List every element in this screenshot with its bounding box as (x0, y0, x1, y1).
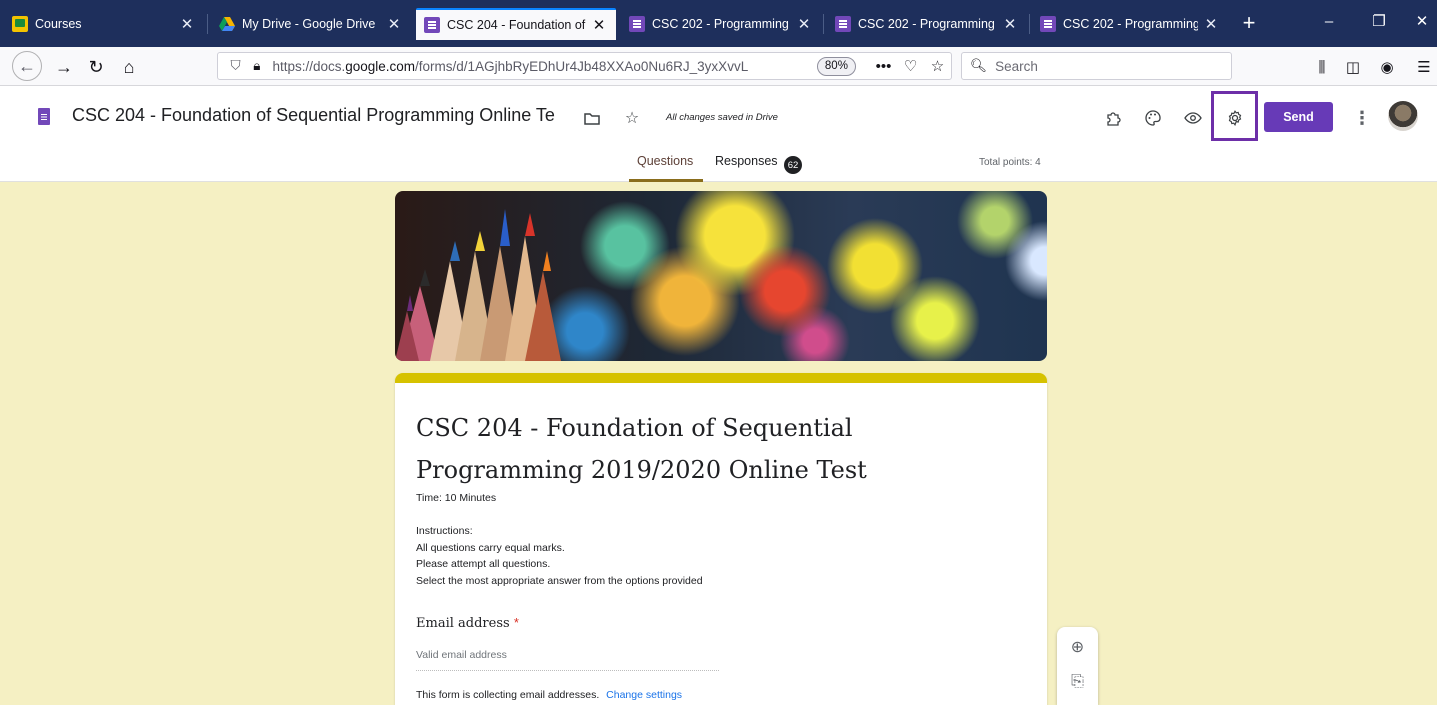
close-icon[interactable]: ✕ (1001, 15, 1019, 33)
close-icon[interactable]: ✕ (795, 15, 813, 33)
tab-csc204-active[interactable]: CSC 204 - Foundation of ✕ (416, 8, 616, 40)
tab-title: CSC 204 - Foundation of (447, 18, 586, 32)
collecting-emails-note: This form is collecting email addresses.… (416, 689, 682, 701)
collecting-note-text: This form is collecting email addresses. (416, 689, 600, 701)
back-arrow-icon[interactable]: ← (12, 51, 42, 81)
tab-divider (207, 14, 208, 34)
header-image (395, 191, 1047, 361)
tab-divider (823, 14, 824, 34)
add-ons-puzzle-icon[interactable] (1100, 105, 1126, 131)
email-field: Valid email address (416, 649, 719, 671)
close-icon[interactable]: ✕ (1202, 15, 1220, 33)
floating-toolbar: ⊕ ⎘ (1057, 627, 1098, 705)
account-icon[interactable]: ◉ (1374, 55, 1400, 79)
active-tab-indicator (629, 179, 703, 182)
save-status: All changes saved in Drive (666, 112, 778, 123)
email-question-label: Email address * (416, 615, 519, 631)
responses-count-badge: 62 (784, 156, 802, 174)
customize-theme-palette-icon[interactable] (1140, 105, 1166, 131)
restore-icon[interactable]: ❐ (1364, 10, 1394, 34)
tab-csc202-3[interactable]: CSC 202 - Programming ✕ (1032, 8, 1228, 40)
search-icon: 🔍︎ (970, 58, 988, 73)
bookmark-star-icon[interactable]: ☆ (924, 57, 951, 75)
add-question-plus-icon[interactable]: ⊕ (1057, 637, 1098, 657)
search-placeholder: Search (995, 58, 1038, 74)
send-button[interactable]: Send (1264, 102, 1333, 132)
zoom-level-badge[interactable]: 80% (816, 56, 856, 76)
tab-title: Courses (35, 17, 82, 31)
form-header-card: CSC 204 - Foundation of Sequential Progr… (395, 373, 1047, 705)
more-options-icon[interactable]: ⋮ (1350, 105, 1374, 131)
search-input[interactable]: 🔍︎ Search (961, 52, 1232, 80)
required-asterisk: * (513, 615, 519, 630)
url-prefix: https://docs. (272, 58, 346, 74)
settings-highlight-box (1211, 91, 1258, 141)
form-description[interactable]: Time: 10 Minutes Instructions: All quest… (416, 490, 703, 589)
hamburger-menu-icon[interactable]: ☰ (1411, 55, 1437, 79)
colored-pencils-image (395, 209, 561, 361)
window-close-icon[interactable]: ✕ (1407, 10, 1437, 34)
tab-title: CSC 202 - Programming (652, 17, 789, 31)
form-title[interactable]: CSC 204 - Foundation of Sequential Progr… (416, 407, 1016, 491)
tab-questions[interactable]: Questions (637, 154, 693, 168)
home-icon[interactable]: ⌂ (115, 53, 143, 81)
form-title-input[interactable]: CSC 204 - Foundation of Sequential Progr… (72, 105, 574, 126)
folder-icon[interactable] (580, 106, 604, 130)
browser-navigation-bar: ← → ↻ ⌂ ⛉ 🔒︎ https://docs.google.com/for… (0, 47, 1437, 86)
preview-eye-icon[interactable] (1180, 105, 1206, 131)
tab-my-drive[interactable]: My Drive - Google Drive ✕ (211, 8, 411, 40)
tab-csc202-2[interactable]: CSC 202 - Programming ✕ (827, 8, 1027, 40)
tab-responses[interactable]: Responses (715, 154, 778, 168)
tab-title: CSC 202 - Programming (858, 17, 995, 31)
close-icon[interactable]: ✕ (590, 16, 608, 34)
forms-icon (835, 16, 851, 32)
tab-title: CSC 202 - Programming (1063, 17, 1198, 31)
drive-icon (219, 16, 235, 32)
address-bar[interactable]: ⛉ 🔒︎ https://docs.google.com/forms/d/1AG… (217, 52, 952, 80)
tab-csc202-1[interactable]: CSC 202 - Programming ✕ (621, 8, 821, 40)
page-scrollbar[interactable] (1431, 182, 1437, 705)
close-icon[interactable]: ✕ (385, 15, 403, 33)
email-label-text: Email address (416, 616, 510, 631)
close-icon[interactable]: ✕ (178, 15, 196, 33)
change-settings-link[interactable]: Change settings (606, 689, 682, 701)
star-icon[interactable]: ☆ (620, 106, 644, 130)
new-tab-plus-icon[interactable]: + (1234, 8, 1264, 38)
browser-tab-strip: Courses ✕ My Drive - Google Drive ✕ CSC … (0, 0, 1437, 47)
account-avatar[interactable] (1388, 101, 1418, 131)
sidebar-icon[interactable]: ◫ (1340, 55, 1366, 79)
forms-icon (1040, 16, 1056, 32)
tab-courses[interactable]: Courses ✕ (4, 8, 204, 40)
forward-arrow-icon[interactable]: → (50, 53, 78, 81)
classroom-icon (12, 16, 28, 32)
forms-icon (424, 17, 440, 33)
import-questions-icon[interactable]: ⎘ (1057, 673, 1098, 691)
tab-divider (1029, 14, 1030, 34)
total-points: Total points: 4 (979, 157, 1041, 168)
url-path: /forms/d/1AGjhbRyEDhUr4Jb48XXAo0Nu6RJ_3y… (415, 58, 749, 74)
minimize-icon[interactable]: – (1314, 10, 1344, 34)
tracking-shield-icon[interactable]: ⛉ (224, 58, 247, 74)
library-icon[interactable]: ⫼ (1309, 55, 1335, 79)
url-domain: google.com (345, 58, 416, 74)
lock-icon[interactable]: 🔒︎ (247, 58, 266, 74)
page-actions-ellipsis-icon[interactable]: ••• (870, 58, 897, 75)
tab-title: My Drive - Google Drive (242, 17, 376, 31)
forms-logo-icon[interactable] (38, 108, 50, 125)
reload-icon[interactable]: ↻ (82, 53, 110, 81)
pocket-icon[interactable]: ♡ (897, 57, 924, 75)
forms-icon (629, 16, 645, 32)
url-text[interactable]: https://docs.google.com/forms/d/1AGjhbRy… (272, 59, 810, 74)
